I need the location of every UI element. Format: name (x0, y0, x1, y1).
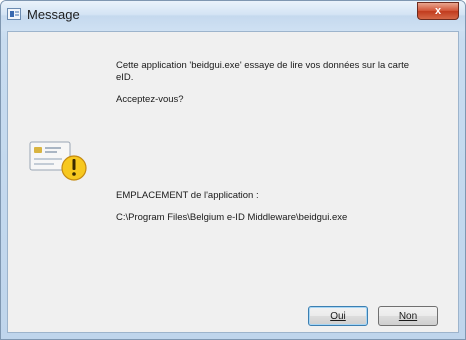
close-button[interactable]: x (417, 2, 459, 20)
location-path: C:\Program Files\Belgium e-ID Middleware… (116, 212, 348, 223)
no-button-label: Non (398, 310, 418, 322)
question-text: Acceptez-vous? (116, 94, 184, 105)
app-icon (7, 8, 21, 20)
no-button[interactable]: Non (378, 306, 438, 326)
id-card-warning-icon (29, 141, 87, 181)
message-line-1: Cette application 'beidgui.exe' essaye d… (116, 60, 410, 71)
yes-button-label: Oui (330, 310, 346, 322)
title-bar[interactable]: Message x (1, 1, 465, 31)
window-title: Message (27, 7, 80, 22)
message-line-2: eID. (116, 72, 134, 83)
dialog-body: Cette application 'beidgui.exe' essaye d… (7, 31, 459, 333)
message-window: Message x Cette application 'beidgui.exe… (0, 0, 466, 340)
close-icon: x (434, 5, 442, 17)
location-label: EMPLACEMENT de l'application : (116, 190, 259, 201)
yes-button[interactable]: Oui (308, 306, 368, 326)
